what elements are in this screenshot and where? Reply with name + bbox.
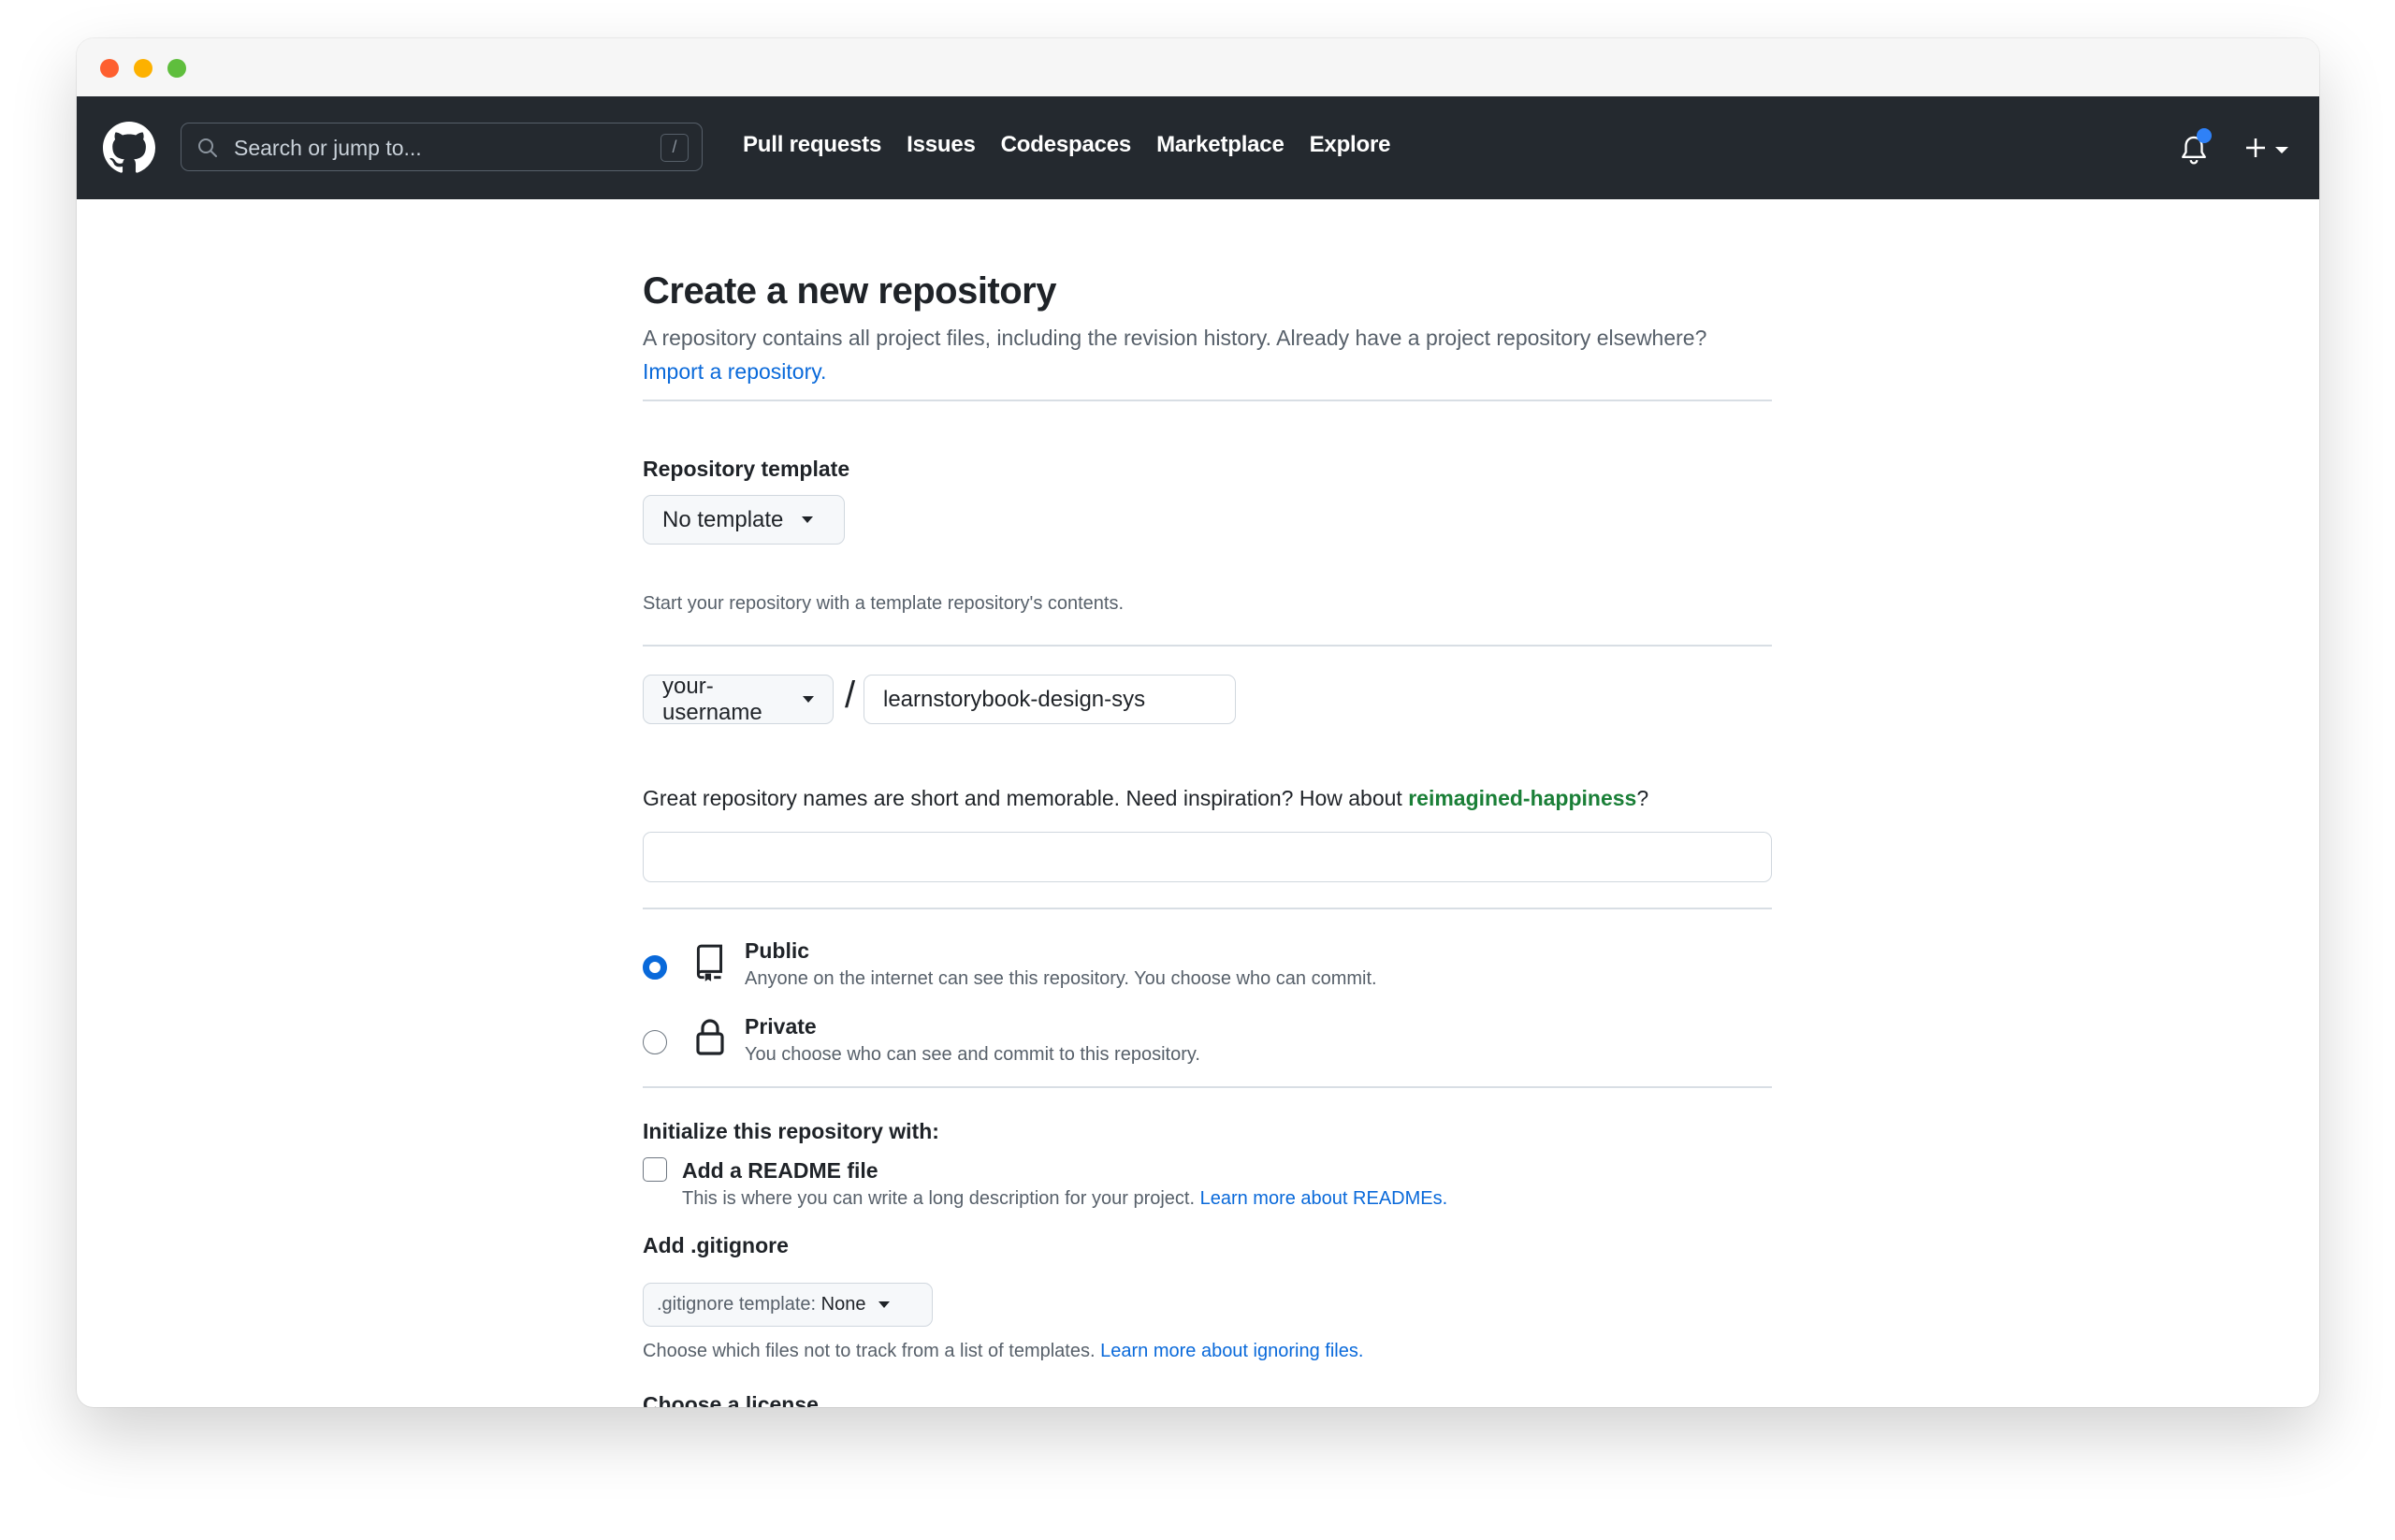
github-header: Search or jump to... / Pull requests Iss…	[77, 96, 2319, 199]
search-shortcut-key: /	[660, 134, 689, 162]
readme-checkbox[interactable]	[643, 1157, 667, 1182]
minimize-window-button[interactable]	[134, 59, 152, 78]
gitignore-note: Choose which files not to track from a l…	[643, 1341, 1363, 1362]
owner-selected: your-username	[662, 673, 762, 725]
suggestion-text: Great repository names are short and mem…	[643, 786, 1409, 810]
lock-icon	[696, 1019, 724, 1055]
visibility-private-radio[interactable]	[643, 1030, 667, 1054]
chevron-down-icon	[878, 1301, 891, 1308]
gitignore-dropdown[interactable]: .gitignore template: None	[643, 1283, 933, 1327]
initialize-heading: Initialize this repository with:	[643, 1119, 939, 1143]
repo-icon	[696, 944, 723, 981]
name-suggestion: Great repository names are short and mem…	[643, 786, 1648, 811]
chevron-down-icon[interactable]	[2275, 147, 2288, 153]
template-label: Repository template	[643, 457, 850, 481]
suggestion-suffix: ?	[1636, 786, 1649, 810]
template-note: Start your repository with a template re…	[643, 593, 1125, 614]
template-selected: No template	[662, 506, 784, 532]
visibility-public-desc: Anyone on the internet can see this repo…	[745, 968, 1377, 989]
owner-dropdown[interactable]: your-username	[643, 673, 834, 725]
readme-label[interactable]: Add a README file	[682, 1158, 878, 1184]
page-title: Create a new repository	[643, 270, 1057, 312]
search-placeholder: Search or jump to...	[234, 136, 422, 160]
search-input[interactable]: Search or jump to... /	[181, 123, 703, 171]
zoom-window-button[interactable]	[167, 59, 186, 78]
gitignore-prefix: .gitignore template:	[657, 1294, 817, 1315]
chevron-down-icon	[803, 696, 814, 703]
nav-issues[interactable]: Issues	[907, 132, 976, 158]
import-repository-link[interactable]: Import a repository.	[643, 359, 826, 384]
notification-indicator	[2197, 128, 2212, 143]
chevron-down-icon	[802, 516, 814, 523]
nav-marketplace[interactable]: Marketplace	[1156, 132, 1285, 158]
nav-codespaces[interactable]: Codespaces	[1001, 132, 1132, 158]
search-icon	[198, 138, 217, 157]
page-description: A repository contains all project files,…	[643, 321, 1772, 388]
nav-explore[interactable]: Explore	[1310, 132, 1391, 158]
global-nav: Pull requests Issues Codespaces Marketpl…	[743, 132, 1415, 158]
visibility-public-title: Public	[745, 938, 810, 963]
github-mark-icon[interactable]	[103, 122, 155, 174]
owner-repo-separator: /	[845, 675, 856, 716]
gitignore-value: None	[820, 1294, 866, 1315]
lead-text: A repository contains all project files,…	[643, 326, 1707, 350]
readme-desc-text: This is where you can write a long descr…	[682, 1188, 1196, 1209]
close-window-button[interactable]	[100, 59, 119, 78]
suggested-name-link[interactable]: reimagined-happiness	[1408, 786, 1636, 810]
license-label: Choose a license	[643, 1392, 819, 1407]
readme-desc: This is where you can write a long descr…	[682, 1188, 1447, 1210]
template-dropdown[interactable]: No template	[643, 495, 845, 545]
visibility-private-desc: You choose who can see and commit to thi…	[745, 1044, 1200, 1065]
divider	[643, 1086, 1772, 1088]
gitignore-note-text: Choose which files not to track from a l…	[643, 1341, 1096, 1361]
learn-readmes-link[interactable]: Learn more about READMEs.	[1200, 1188, 1448, 1209]
plus-icon[interactable]	[2242, 134, 2270, 162]
visibility-public-radio[interactable]	[643, 955, 667, 980]
divider	[643, 908, 1772, 909]
title-bar	[77, 38, 2319, 97]
visibility-private-title: Private	[745, 1014, 817, 1039]
repo-name-input[interactable]: learnstorybook-design-sys	[864, 675, 1236, 724]
description-input[interactable]	[643, 832, 1772, 882]
divider	[643, 645, 1772, 647]
learn-ignoring-files-link[interactable]: Learn more about ignoring files.	[1100, 1341, 1363, 1361]
divider	[643, 400, 1772, 401]
nav-pull-requests[interactable]: Pull requests	[743, 132, 881, 158]
gitignore-label: Add .gitignore	[643, 1233, 789, 1257]
browser-window: Search or jump to... / Pull requests Iss…	[77, 38, 2319, 1407]
